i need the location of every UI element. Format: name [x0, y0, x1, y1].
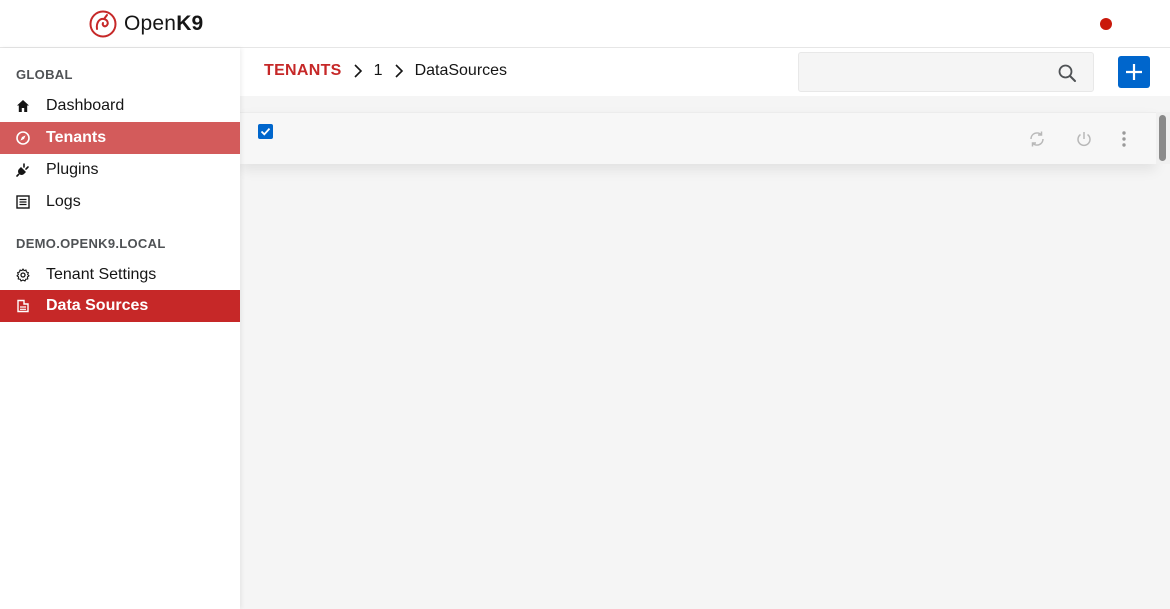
search-box — [798, 52, 1094, 92]
chevron-right-icon — [389, 64, 409, 78]
sidebar-item-label: Tenant Settings — [46, 266, 157, 283]
sidebar-item-label: Plugins — [46, 161, 99, 178]
list-icon — [0, 195, 46, 209]
compass-icon — [0, 131, 46, 145]
sidebar-item-label: Dashboard — [46, 97, 125, 114]
select-all-checkbox[interactable] — [258, 124, 273, 139]
gear-icon — [0, 268, 46, 282]
section-title-tenant: DEMO.OPENK9.LOCAL — [16, 236, 166, 251]
openk9-logo-icon — [89, 10, 117, 38]
sidebar-item-tenants[interactable]: Tenants — [0, 122, 240, 154]
plug-icon — [0, 163, 46, 177]
main-content: TENANTS 1 DataSources — [240, 48, 1170, 609]
sidebar: GLOBAL Dashboard Tenants Plugins Logs DE… — [0, 48, 240, 609]
add-datasource-button[interactable] — [1118, 56, 1150, 88]
kebab-icon[interactable] — [1114, 129, 1134, 149]
home-icon — [0, 99, 46, 113]
logo[interactable]: OpenK9 — [88, 9, 203, 39]
breadcrumb-tenant-id[interactable]: 1 — [374, 62, 383, 80]
search-icon[interactable] — [1057, 63, 1077, 83]
sidebar-item-label: Data Sources — [46, 297, 149, 314]
breadcrumb-current: DataSources — [414, 62, 508, 79]
sidebar-item-data-sources[interactable]: Data Sources — [0, 290, 240, 322]
search-input[interactable] — [799, 53, 1049, 91]
section-title-global: GLOBAL — [16, 67, 73, 82]
plus-icon — [1126, 64, 1142, 80]
breadcrumb-tenants-link[interactable]: TENANTS — [264, 62, 342, 80]
logo-text: OpenK9 — [124, 12, 204, 35]
sidebar-item-label: Logs — [46, 193, 81, 210]
page-header: TENANTS 1 DataSources — [240, 48, 1170, 96]
datasource-toolbar-row — [240, 112, 1156, 164]
top-bar: OpenK9 — [0, 0, 1170, 48]
power-icon[interactable] — [1074, 129, 1094, 149]
datasource-icon — [0, 299, 46, 313]
sidebar-item-logs[interactable]: Logs — [0, 186, 240, 218]
scrollbar-thumb[interactable] — [1159, 115, 1166, 161]
chevron-right-icon — [348, 64, 368, 78]
sidebar-item-plugins[interactable]: Plugins — [0, 154, 240, 186]
sidebar-item-dashboard[interactable]: Dashboard — [0, 90, 240, 122]
scrollbar[interactable] — [1156, 112, 1170, 164]
sidebar-item-label: Tenants — [46, 129, 107, 146]
status-indicator — [1100, 18, 1112, 30]
sidebar-item-tenant-settings[interactable]: Tenant Settings — [0, 259, 240, 291]
breadcrumb: TENANTS 1 DataSources — [264, 62, 507, 80]
refresh-icon[interactable] — [1027, 129, 1047, 149]
